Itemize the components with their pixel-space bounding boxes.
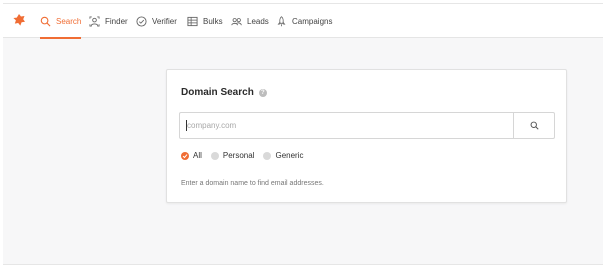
filter-generic-radio[interactable]: Generic [263, 151, 303, 160]
finder-icon [89, 16, 100, 26]
help-icon[interactable]: ? [258, 88, 267, 97]
search-icon [530, 121, 539, 130]
nav-verifier[interactable]: Verifier [136, 4, 177, 38]
email-type-filter: All Personal Generic [181, 151, 312, 160]
nav-bulks[interactable]: Bulks [187, 4, 223, 38]
text-caret [186, 120, 187, 131]
nav-campaigns[interactable]: Campaigns [276, 4, 332, 38]
nav-search-label: Search [56, 16, 82, 26]
filter-all-label: All [193, 151, 202, 160]
domain-search-panel: Domain Search ? All Personal [166, 69, 567, 203]
nav-finder[interactable]: Finder [89, 4, 128, 38]
checkmark-icon [181, 151, 189, 160]
radio-circle-icon [263, 151, 272, 160]
search-icon [40, 16, 51, 26]
panel-title-text: Domain Search [181, 87, 254, 98]
filter-all-radio[interactable]: All [181, 151, 202, 160]
filter-personal-label: Personal [222, 151, 255, 160]
radio-circle-icon [210, 151, 219, 160]
bulks-icon [187, 16, 198, 26]
leads-icon [231, 17, 242, 25]
search-submit-button[interactable] [513, 113, 554, 138]
domain-search-bar [179, 112, 555, 139]
verifier-icon [136, 15, 147, 27]
nav-verifier-label: Verifier [152, 16, 177, 26]
logo-icon[interactable] [12, 13, 26, 27]
nav-bulks-label: Bulks [203, 16, 223, 26]
helper-text: Enter a domain name to find email addres… [181, 180, 324, 187]
nav-leads[interactable]: Leads [231, 4, 269, 38]
campaigns-icon [277, 15, 286, 26]
nav-campaigns-label: Campaigns [292, 16, 333, 26]
filter-generic-label: Generic [275, 151, 304, 160]
filter-personal-radio[interactable]: Personal [210, 151, 255, 160]
app-frame: Search Finder Verifier Bulks Leads Campa… [3, 3, 603, 265]
domain-search-input[interactable] [180, 113, 513, 138]
nav-finder-label: Finder [105, 16, 128, 26]
top-navigation: Search Finder Verifier Bulks Leads Campa… [3, 4, 603, 39]
panel-title: Domain Search ? [181, 87, 267, 98]
nav-leads-label: Leads [247, 16, 269, 26]
nav-search[interactable]: Search [40, 4, 82, 39]
